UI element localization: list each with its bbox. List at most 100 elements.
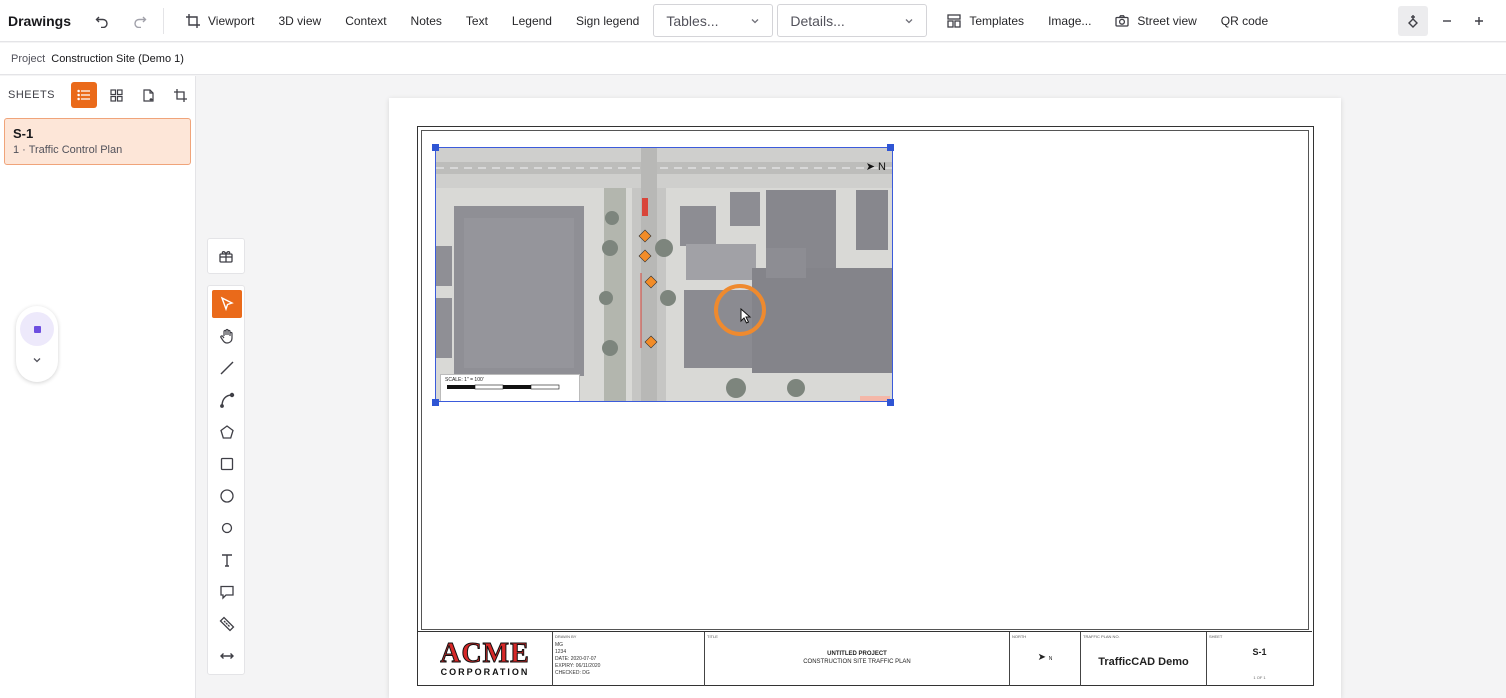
square-dot-icon xyxy=(33,325,41,333)
breadcrumb: Project Construction Site (Demo 1) xyxy=(0,43,1506,75)
add-page-icon xyxy=(142,88,154,102)
image-button[interactable]: Image... xyxy=(1036,6,1103,36)
company-logo-sub: CORPORATION xyxy=(440,667,530,677)
redo-icon[interactable] xyxy=(127,8,153,34)
curve-icon xyxy=(220,392,235,408)
scale-bar-graphic xyxy=(447,384,560,390)
layer-toggle-button[interactable] xyxy=(20,312,54,346)
chevron-down-icon xyxy=(751,18,759,23)
speech-bubble-icon xyxy=(220,585,234,600)
sheet-number: S-1 xyxy=(1252,647,1267,657)
pentagon-icon xyxy=(220,425,234,439)
pan-tool[interactable] xyxy=(212,322,242,350)
breadcrumb-project[interactable]: Construction Site (Demo 1) xyxy=(51,53,184,65)
drawing-area: ➤ N SCALE: 1" = 100' xyxy=(421,130,1309,630)
crop-sheet-button[interactable] xyxy=(167,82,193,108)
measure-tool[interactable] xyxy=(212,610,242,638)
toolbar-divider xyxy=(163,7,165,34)
north-arrow-icon: ➤ N xyxy=(1037,652,1053,663)
point-tool[interactable] xyxy=(212,514,242,542)
map-scale-bar: SCALE: 1" = 100' xyxy=(440,374,580,401)
zoom-out-icon[interactable] xyxy=(1434,8,1460,34)
layer-toggle-pill xyxy=(16,306,58,382)
sheet-item-s-1[interactable]: S-1 1 · Traffic Control Plan xyxy=(4,118,191,165)
line-icon xyxy=(220,361,234,375)
app-title: Drawings xyxy=(8,12,72,29)
chevron-down-icon xyxy=(905,18,913,23)
templates-button[interactable]: Templates xyxy=(935,6,1036,36)
project-title-text: UNTITLED PROJECT CONSTRUCTION SITE TRAFF… xyxy=(803,651,911,665)
sheets-title: SHEETS xyxy=(8,89,56,101)
add-sheet-button[interactable] xyxy=(135,82,161,108)
notes-button[interactable]: Notes xyxy=(399,6,454,36)
crop-icon xyxy=(186,13,201,28)
details-select[interactable]: Details... xyxy=(777,4,928,37)
resize-handle-bottom-right[interactable] xyxy=(887,399,894,406)
zoom-in-icon[interactable] xyxy=(1466,8,1492,34)
circle-tool[interactable] xyxy=(212,482,242,510)
text-icon xyxy=(222,554,232,567)
select-tool[interactable] xyxy=(212,290,242,318)
top-toolbar: Drawings Viewport 3D view Context Notes … xyxy=(0,0,1506,42)
rectangle-tool[interactable] xyxy=(212,450,242,478)
ruler-icon xyxy=(219,616,235,632)
tables-select[interactable]: Tables... xyxy=(653,4,774,37)
viewport-button[interactable]: Viewport xyxy=(174,6,266,36)
small-circle-icon xyxy=(221,522,233,534)
dimension-tool[interactable] xyxy=(212,642,242,670)
add-element-button[interactable] xyxy=(207,238,245,274)
sign-legend-button[interactable]: Sign legend xyxy=(564,6,651,36)
context-button[interactable]: Context xyxy=(333,6,398,36)
grid-view-button[interactable] xyxy=(103,82,129,108)
title-block[interactable]: ACME CORPORATION DRAWN BY MG 1234 DATE: … xyxy=(418,631,1312,686)
horizontal-arrows-icon xyxy=(220,653,234,659)
camera-icon xyxy=(1115,14,1130,27)
sheet-name: 1 · Traffic Control Plan xyxy=(13,144,123,156)
drawing-sheet[interactable]: ➤ N SCALE: 1" = 100' ACME CORPORATION DR… xyxy=(389,98,1341,698)
title-block-logo: ACME CORPORATION xyxy=(418,632,553,686)
text-tool[interactable] xyxy=(212,546,242,574)
circle-icon xyxy=(220,489,234,503)
sheets-header: SHEETS xyxy=(0,76,195,114)
resize-handle-top-left[interactable] xyxy=(432,144,439,151)
title-block-plan: TRAFFIC PLAN NO. TrafficCAD Demo xyxy=(1081,632,1207,686)
snap-toggle[interactable] xyxy=(1398,6,1428,36)
list-view-button[interactable] xyxy=(71,82,98,108)
rectangle-icon xyxy=(220,457,234,471)
gift-box-icon xyxy=(219,251,233,263)
company-logo: ACME xyxy=(440,638,530,669)
sheet-of: 1 OF 1 xyxy=(1253,675,1266,680)
callout-tool[interactable] xyxy=(212,578,242,606)
templates-icon xyxy=(947,13,962,28)
list-icon xyxy=(77,89,91,101)
map-viewport[interactable]: ➤ N SCALE: 1" = 100' xyxy=(435,147,893,402)
magnet-icon xyxy=(1408,15,1418,28)
title-block-title: TITLE UNTITLED PROJECT CONSTRUCTION SITE… xyxy=(705,632,1010,686)
resize-handle-bottom-left[interactable] xyxy=(432,399,439,406)
sheets-sidebar: SHEETS S-1 1 · Traffic Control Plan xyxy=(0,76,196,698)
line-tool[interactable] xyxy=(212,354,242,382)
legend-button[interactable]: Legend xyxy=(500,6,564,36)
drawn-info: MG 1234 DATE: 2020-07-07 EXPIRY: 06/11/2… xyxy=(555,642,601,676)
aerial-map-image xyxy=(436,148,892,401)
street-view-button[interactable]: Street view xyxy=(1103,6,1208,36)
undo-icon[interactable] xyxy=(89,8,115,34)
qr-code-button[interactable]: QR code xyxy=(1209,6,1280,36)
crop-icon xyxy=(173,88,187,102)
curve-tool[interactable] xyxy=(212,386,242,414)
breadcrumb-label: Project xyxy=(11,52,46,65)
mouse-cursor-icon xyxy=(740,308,752,324)
drawing-toolbox xyxy=(207,285,245,675)
zoom-controls xyxy=(1398,0,1506,42)
title-block-drawn: DRAWN BY MG 1234 DATE: 2020-07-07 EXPIRY… xyxy=(553,632,705,686)
text-button[interactable]: Text xyxy=(454,6,500,36)
plan-name: TrafficCAD Demo xyxy=(1098,656,1189,668)
grid-icon xyxy=(109,88,123,102)
resize-handle-top-right[interactable] xyxy=(887,144,894,151)
sheet-code: S-1 xyxy=(13,126,34,141)
hand-icon xyxy=(220,328,233,344)
polygon-tool[interactable] xyxy=(212,418,242,446)
title-block-north: NORTH ➤ N xyxy=(1010,632,1081,686)
chevron-down-icon[interactable] xyxy=(16,352,58,370)
3d-view-button[interactable]: 3D view xyxy=(267,6,334,36)
